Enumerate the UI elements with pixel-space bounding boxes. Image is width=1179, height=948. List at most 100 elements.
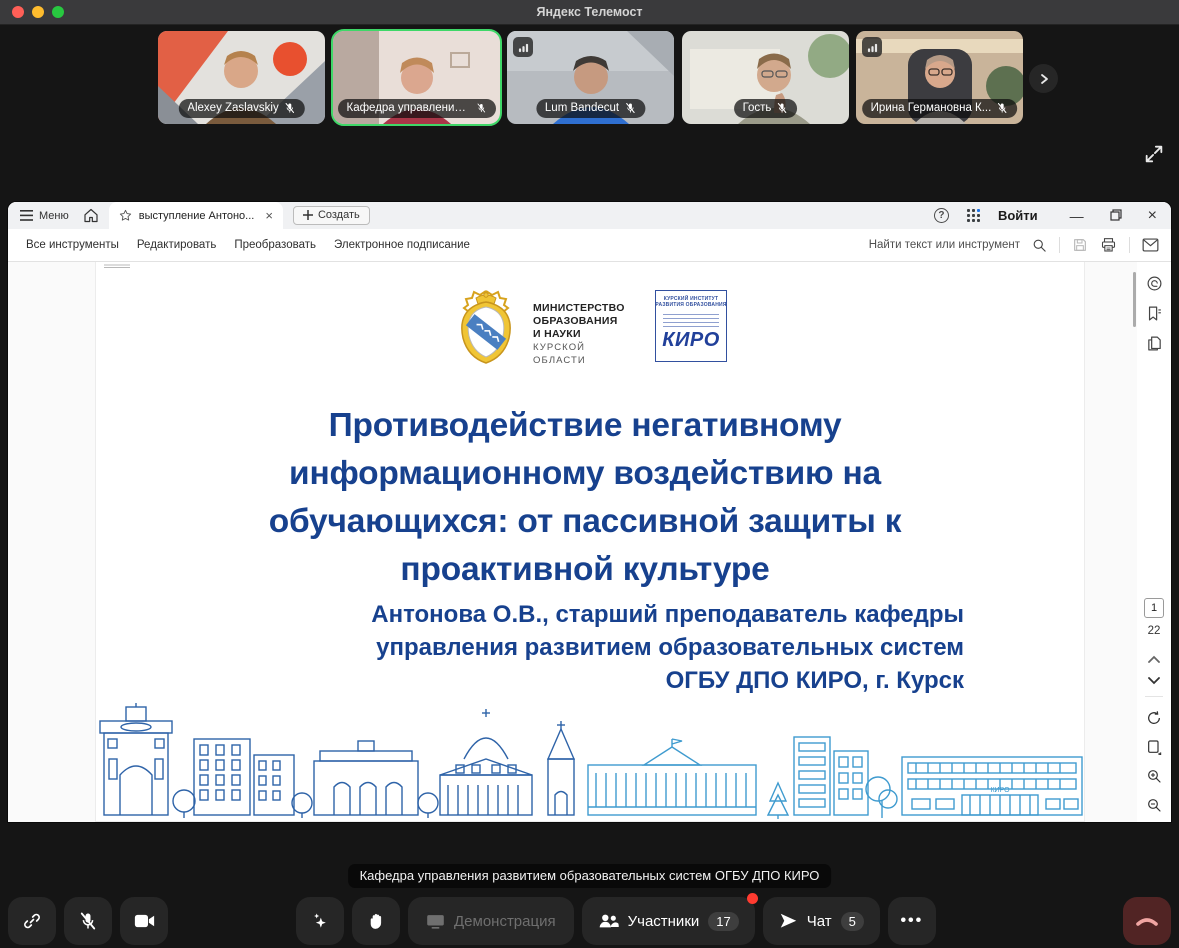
- slide-title: Противодействие негативному информационн…: [96, 402, 1074, 594]
- microphone-button[interactable]: [64, 897, 112, 945]
- connection-quality-icon: [862, 37, 882, 57]
- share-screen-button[interactable]: Демонстрация: [408, 897, 574, 945]
- hamburger-icon: [20, 210, 33, 221]
- document-scrollbar[interactable]: [1133, 272, 1136, 327]
- participant-name: Кафедра управления ра...: [347, 102, 471, 114]
- ministry-line: ОБЛАСТИ: [533, 355, 641, 367]
- tab-close-icon[interactable]: ×: [265, 208, 273, 223]
- fit-page-icon[interactable]: [1146, 739, 1162, 755]
- more-options-button[interactable]: •••: [888, 897, 936, 945]
- current-page-input[interactable]: 1: [1144, 598, 1164, 618]
- pdf-content-area: МИНИСТЕРСТВО ОБРАЗОВАНИЯ И НАУКИ КУРСКОЙ…: [8, 262, 1171, 822]
- menu-label: Меню: [39, 210, 69, 222]
- next-participants-button[interactable]: [1029, 64, 1058, 93]
- page-thumbnails-icon[interactable]: [1146, 335, 1163, 352]
- slide-title-line: обучающихся: от пассивной защиты к: [96, 498, 1074, 546]
- slide-subtitle-line: управления развитием образовательных сис…: [326, 631, 964, 664]
- zoom-in-icon[interactable]: [1146, 768, 1162, 784]
- login-button[interactable]: Войти: [998, 208, 1038, 223]
- find-tool-label[interactable]: Найти текст или инструмент: [869, 239, 1020, 251]
- shared-screen-pdf-viewer: Меню выступление Антоно... × Создать ? В…: [8, 202, 1171, 822]
- raise-hand-button[interactable]: [352, 897, 400, 945]
- pdf-menu-button[interactable]: Меню: [20, 210, 69, 222]
- send-plane-icon: [779, 913, 798, 930]
- ministry-line: КУРСКОЙ: [533, 342, 641, 354]
- pdf-tabbar: Меню выступление Антоно... × Создать ? В…: [8, 202, 1171, 229]
- pdf-document-tab[interactable]: выступление Антоно... ×: [109, 202, 283, 229]
- participant-tile[interactable]: Гость: [682, 31, 849, 124]
- participants-count-badge: 17: [708, 912, 738, 931]
- previous-page-icon[interactable]: [1148, 655, 1160, 663]
- participant-name: Alexey Zaslavskiy: [187, 102, 278, 114]
- kiro-logo-fineprint: [663, 311, 719, 327]
- next-page-icon[interactable]: [1148, 677, 1160, 685]
- participant-name: Lum Bandecut: [545, 102, 619, 114]
- speaker-caption: Кафедра управления развитием образовател…: [348, 864, 832, 888]
- participant-name-pill: Ирина Германовна К...: [862, 99, 1018, 118]
- link-icon: [22, 911, 42, 931]
- effects-button[interactable]: [296, 897, 344, 945]
- slide-title-line: информационному воздействию на: [96, 450, 1074, 498]
- chat-label: Чат: [807, 913, 832, 930]
- kursk-coat-of-arms: [453, 290, 519, 364]
- pdf-restore-button[interactable]: [1110, 209, 1122, 223]
- participant-name: Гость: [743, 102, 772, 114]
- email-icon[interactable]: [1142, 238, 1159, 252]
- camera-button[interactable]: [120, 897, 168, 945]
- rotate-page-icon[interactable]: [1146, 710, 1162, 726]
- toolbar-item-esign[interactable]: Электронное подписание: [334, 239, 470, 251]
- chat-button[interactable]: Чат 5: [763, 897, 880, 945]
- telemost-app: Яндекс Телемост Alexey Zaslavskiy: [0, 0, 1179, 948]
- zoom-out-icon[interactable]: [1146, 797, 1162, 813]
- mic-muted-icon: [996, 102, 1008, 114]
- participant-tile[interactable]: Alexey Zaslavskiy: [158, 31, 325, 124]
- participant-tile[interactable]: Lum Bandecut: [507, 31, 674, 124]
- pdf-home-button[interactable]: [83, 208, 99, 223]
- slide-subtitle-line: ОГБУ ДПО КИРО, г. Курск: [326, 664, 964, 697]
- kursk-skyline-illustration: КИРО: [96, 703, 1086, 821]
- create-label: Создать: [318, 209, 360, 221]
- create-tab-button[interactable]: Создать: [293, 206, 370, 225]
- expand-icon: [1143, 143, 1165, 165]
- save-icon[interactable]: [1072, 237, 1088, 253]
- search-icon[interactable]: [1032, 238, 1047, 253]
- close-window-button[interactable]: [12, 6, 24, 18]
- slide-title-line: Противодействие негативному: [96, 402, 1074, 450]
- mic-muted-icon: [284, 102, 296, 114]
- participant-name: Ирина Германовна К...: [871, 102, 992, 114]
- participant-name-pill: Alexey Zaslavskiy: [178, 99, 304, 118]
- chat-count-badge: 5: [841, 912, 864, 931]
- kiro-wordmark: КИРО: [662, 329, 720, 352]
- minimize-window-button[interactable]: [32, 6, 44, 18]
- participant-tile-active-speaker[interactable]: Кафедра управления ра...: [333, 31, 500, 124]
- participant-name-pill: Кафедра управления ра...: [338, 99, 496, 118]
- participant-name-pill: Гость: [734, 99, 798, 118]
- fullscreen-toggle-button[interactable]: [1141, 141, 1167, 167]
- help-icon[interactable]: ?: [934, 208, 949, 223]
- bookmarks-icon[interactable]: [1146, 305, 1163, 322]
- page-edge-artifact: [104, 263, 130, 268]
- leave-call-button[interactable]: [1123, 897, 1171, 945]
- participants-button[interactable]: Участники 17: [582, 897, 755, 945]
- comments-icon[interactable]: [1146, 275, 1163, 292]
- pdf-toolbar: Все инструменты Редактировать Преобразов…: [8, 229, 1171, 262]
- share-screen-label: Демонстрация: [454, 913, 556, 930]
- mic-muted-icon: [476, 102, 487, 114]
- apps-grid-icon[interactable]: [967, 209, 980, 222]
- phone-hangup-icon: [1135, 914, 1159, 928]
- total-pages-label: 22: [1148, 625, 1161, 637]
- camera-icon: [134, 913, 155, 929]
- participant-tile[interactable]: Ирина Германовна К...: [856, 31, 1023, 124]
- slide-subtitle: Антонова О.В., старший преподаватель каф…: [326, 598, 964, 697]
- copy-link-button[interactable]: [8, 897, 56, 945]
- kiro-institute-logo: КУРСКИЙ ИНСТИТУТ РАЗВИТИЯ ОБРАЗОВАНИЯ КИ…: [655, 290, 727, 362]
- toolbar-item-all-tools[interactable]: Все инструменты: [26, 239, 119, 251]
- pdf-minimize-button[interactable]: —: [1070, 209, 1084, 223]
- print-icon[interactable]: [1100, 237, 1117, 253]
- pdf-close-button[interactable]: ×: [1148, 208, 1157, 224]
- toolbar-item-convert[interactable]: Преобразовать: [234, 239, 316, 251]
- mic-muted-icon: [78, 911, 98, 931]
- zoom-window-button[interactable]: [52, 6, 64, 18]
- toolbar-item-edit[interactable]: Редактировать: [137, 239, 216, 251]
- macos-titlebar: Яндекс Телемост: [0, 0, 1179, 25]
